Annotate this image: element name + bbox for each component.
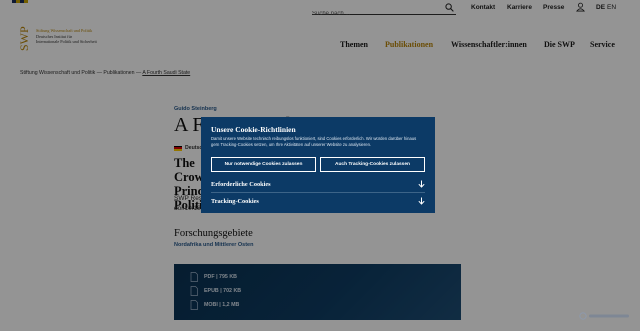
tracking-cookies-button[interactable]: Auch Tracking-Cookies zulassen — [320, 157, 425, 172]
corner-watermark-logo — [578, 311, 632, 321]
watermark-icon — [579, 312, 629, 320]
accordion-required-cookies[interactable]: Erforderliche Cookies — [211, 180, 425, 188]
cookie-description: Damit unsere Website technisch reibungsl… — [211, 136, 417, 147]
accordion-divider — [211, 192, 425, 193]
arrow-down-icon — [418, 180, 425, 188]
accordion-tracking-label: Tracking-Cookies — [211, 198, 259, 205]
accordion-tracking-cookies[interactable]: Tracking-Cookies — [211, 197, 425, 205]
necessary-cookies-button[interactable]: Nur notwendige Cookies zulassen — [211, 157, 316, 172]
cookie-title: Unsere Cookie-Richtlinien — [211, 125, 296, 134]
accordion-required-label: Erforderliche Cookies — [211, 181, 271, 188]
arrow-down-icon — [418, 197, 425, 205]
cookie-dialog: Unsere Cookie-Richtlinien Damit unsere W… — [201, 117, 435, 213]
